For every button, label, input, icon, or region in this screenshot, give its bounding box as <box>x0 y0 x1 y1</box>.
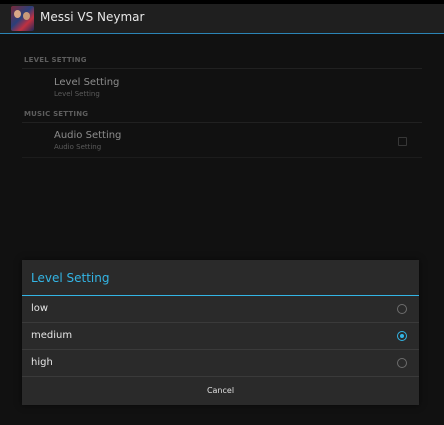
radio-button[interactable] <box>397 304 407 314</box>
option-label: medium <box>31 330 73 341</box>
dialog-title: Level Setting <box>31 271 110 285</box>
cancel-button[interactable]: Cancel <box>22 377 419 405</box>
option-medium[interactable]: medium <box>22 323 419 349</box>
app-icon-face <box>14 10 21 18</box>
level-setting-dialog: Level Setting low medium high Cancel <box>22 260 419 405</box>
action-bar: Messi VS Neymar <box>0 4 444 34</box>
option-high[interactable]: high <box>22 350 419 376</box>
option-label: low <box>31 303 49 314</box>
app-title: Messi VS Neymar <box>40 10 145 24</box>
cancel-label: Cancel <box>206 386 235 395</box>
option-low[interactable]: low <box>22 296 419 322</box>
radio-button[interactable] <box>397 358 407 368</box>
app-icon-face <box>23 12 30 20</box>
radio-button-selected[interactable] <box>397 331 407 341</box>
option-label: high <box>31 357 53 368</box>
app-icon[interactable] <box>11 6 34 31</box>
